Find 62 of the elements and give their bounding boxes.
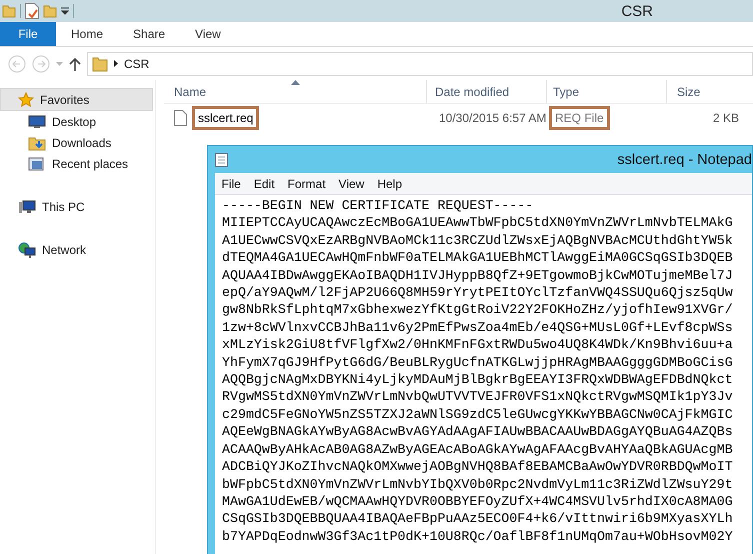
text-line: b7YAPDqEodnwW3Gf3Ac1tP0dK+10U8RQc/OaflBF8f1nUMqOm7au+WObHsovM02Y (222, 528, 733, 546)
text-line: AQQBgjcNAgMxDBYKNi4yLjkyMDAuMjBlBgkrBgEEAYI3FRQxWDBWAgEFDBdNQkct (222, 371, 733, 388)
ribbon-tab[interactable]: Share (118, 22, 180, 46)
window-title: sslcert.req - Notepad (617, 152, 752, 168)
file-cell-text: 10/30/2015 6:57 AM (438, 110, 548, 127)
up-arrow-icon[interactable] (69, 56, 81, 70)
menu-item[interactable]: File (215, 176, 248, 190)
text-line: -----BEGIN NEW CERTIFICATE REQUEST----- (222, 197, 534, 214)
address-bar[interactable]: CSR (87, 52, 753, 76)
text-area[interactable] (215, 194, 752, 554)
breadcrumb-caret-icon (114, 60, 118, 67)
text-line: MIIEPTCCAyUCAQAwczEcMBoGA1UEAwwTbWFpbC5tdXN0YmVnZWVrLmNvbTELMAkG (222, 214, 733, 232)
text-line: CSqGSIb3DQEBBQUAA4IBAQAeFBpPuAAz5ECO0F4+k6/vIttnwiri6b9MXyasXYLh (222, 510, 733, 528)
sidebar-item[interactable]: Recent places (0, 153, 155, 174)
recent-places-icon (28, 156, 46, 172)
text-line: ACAAQwByAHkAcAB0AG8AZwByAGEAcABoAGkAYwAgAFAAcgBvAHYAaQBkAGUAcgMB (222, 440, 733, 458)
file-icon (174, 110, 187, 126)
file-cell-text: 2 KB (712, 110, 740, 127)
column-header[interactable]: Date modified (427, 80, 547, 103)
text-line: bWFpbC5tdXN0YmVnZWVrLmNvbYIbQXV0b0Rpc2NvdmVyLm11c3RiZWdlZWsuY29t (222, 476, 733, 493)
menu-item[interactable]: Edit (247, 176, 282, 190)
star-icon (18, 92, 34, 108)
folder-icon (2, 4, 16, 18)
text-line: AQEeWgBNAGkAYwByAG8AcwBvAGYAdAAgAFIAUwBBACAAUwBDAGgAYQBuAG4AZQBs (222, 423, 733, 441)
sidebar-item[interactable]: Desktop (0, 111, 155, 132)
text-line: c29mdC5FeGNoYW5nZS5TZXJ2aWNlSG9zdC5leGUwcgYKKwYBBAGCNw0CAjFkMGIC (222, 406, 733, 424)
text-line: MAwGA1UdEwEB/wQCMAAwHQYDVR0OBBYEFOyZUfX+4WC4MSVUlv5rhdIX0cA8MA0G (222, 492, 733, 510)
computer-icon (18, 198, 36, 214)
dropdown-caret-icon[interactable] (61, 7, 69, 15)
sidebar-item[interactable]: Favorites (0, 88, 153, 111)
folder-download-icon (28, 134, 46, 150)
file-cell: REQ File (549, 106, 610, 130)
text-line: xMLzYisk2GiU8tfVFlgfXw2/0HnKMFnFGxtRWDu5wo4UQ8K4WDk/Kn9Bhvi6uu+a (222, 336, 733, 354)
sidebar-item[interactable]: This PC (0, 196, 155, 217)
window-title: CSR (621, 2, 653, 20)
menu-item[interactable]: Format (281, 176, 332, 190)
network-icon (18, 242, 36, 258)
column-header[interactable]: Size (667, 80, 753, 103)
text-line: epQ/aY9AQwM/l2FjAP2U66Q8MH59rYrytPEItOYclTzfanVWQ4SSUQu6Qjsz5qUw (222, 284, 733, 302)
column-header[interactable]: Name (164, 80, 427, 103)
properties-icon[interactable] (25, 3, 39, 19)
folder-icon (92, 56, 108, 72)
menu-item[interactable]: View (332, 176, 371, 190)
ribbon-tab[interactable]: View (180, 22, 236, 46)
text-line: RVgwMS5tdXN0YmVnZWVrLmNvbQwUTVVTVEJFR0VFS1xNQkctRVgwMSQMIk1pY3Jv (222, 388, 733, 406)
ribbon-tab[interactable]: Home (56, 22, 118, 46)
text-line: A1UECwwCSVQxEzARBgNVBAoMCk11c3RCZUdlZWsxEjAQBgNVBAcMCUthdGhtYW5k (222, 232, 733, 250)
sidebar-item[interactable]: Downloads (0, 132, 155, 153)
sidebar-item[interactable]: Network (0, 239, 155, 260)
monitor-icon (28, 114, 46, 130)
text-line: gw8NbRkSfLphtqM7xGbhexwezYfKtgGtRoiV22Y2FOKHoZHz/yjofhIew91XVGr/ (222, 301, 733, 319)
file-cell: sslcert.req (192, 106, 260, 130)
text-line: 1zw+8cWVlnxvCCBJhBa11v6y2PmEfPwsZoa4mEb/e4QSG+MUsL0Gf+LEvf8cpWSs (222, 318, 733, 336)
text-line: ADCBiQYJKoZIhvcNAQkOMXwwejAOBgNVHQ8BAf8EBAMCBaAwOwYDVR0RBDQwMoIT (222, 458, 733, 476)
text-line: dTEQMA4GA1UECAwHQmFnbWF0aTELMAkGA1UEBhMCTlAwggEiMA0GCSqGSIb3DQEB (222, 249, 733, 267)
notepad-icon (215, 152, 228, 167)
menu-item[interactable]: Help (370, 176, 409, 190)
breadcrumb-path[interactable]: CSR (124, 56, 150, 70)
file-menu-button[interactable]: File (0, 22, 56, 46)
text-line: AQUAA4IBDwAwggEKAoIBAQDH1IVJHyppB8QfZ+9ETgowmoBjkCwMOTujmeMBel7J (222, 266, 733, 284)
text-line: YhFymX7qGJ9HfPytG6dG/BeuBLRygUcfnATKGLwjjpHRAgMBAAGgggGDMBoGCisG (222, 354, 733, 372)
column-header[interactable]: Type (547, 80, 667, 103)
